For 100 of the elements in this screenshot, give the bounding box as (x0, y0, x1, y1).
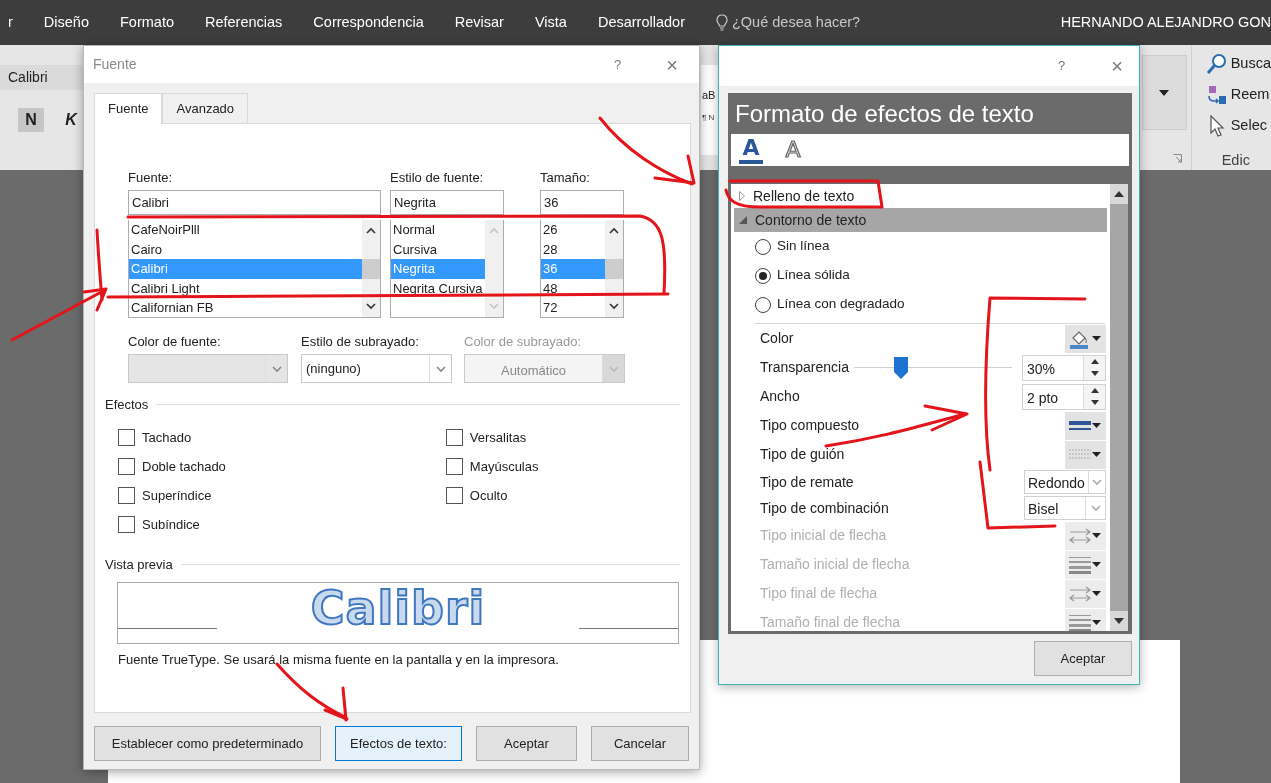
property-label: Tipo compuesto (760, 416, 860, 435)
text-fill-tab[interactable]: A (739, 136, 763, 164)
list-item[interactable]: Calibri Light (129, 278, 362, 298)
checkbox[interactable] (445, 458, 463, 475)
ribbon-tab[interactable]: Diseño (43, 11, 89, 34)
radio-button[interactable] (755, 238, 771, 255)
chevron-down-icon[interactable] (434, 363, 447, 374)
ribbon-command[interactable]: Reem (1230, 84, 1270, 106)
section-header[interactable]: Relleno de texto (731, 184, 1110, 208)
spin-down-icon[interactable] (1090, 400, 1099, 405)
radio-label: Línea sólida (777, 266, 850, 285)
close-button[interactable]: × (666, 54, 678, 75)
radio-button[interactable] (755, 296, 771, 313)
caret-icon (1092, 423, 1101, 428)
ribbon-tab[interactable]: Correspondencia (313, 11, 424, 34)
description-text: Fuente TrueType. Se usará la misma fuente en la pantalla y en la impresora. (117, 651, 560, 669)
search-field[interactable]: ¿Qué desea hacer? (732, 11, 882, 34)
ok-button[interactable]: Aceptar (1034, 641, 1132, 676)
icon-dropdown[interactable] (1065, 440, 1106, 469)
icon-dropdown[interactable] (1065, 324, 1106, 353)
checkbox-label: Mayúsculas (469, 457, 539, 476)
ribbon-tab[interactable]: Revisar (454, 11, 504, 34)
slider-thumb[interactable] (894, 357, 909, 379)
style-preview[interactable]: aB (702, 87, 719, 104)
section-header[interactable]: Contorno de texto (734, 208, 1107, 232)
scroll-down-icon[interactable] (365, 301, 377, 311)
ribbon-command[interactable]: Selec (1230, 115, 1267, 137)
scrollbar[interactable] (605, 220, 623, 317)
list-item[interactable]: Californian FB (129, 298, 362, 317)
property-label: Color (760, 329, 794, 348)
italic-button[interactable]: K (58, 108, 84, 132)
ribbon-tab[interactable]: Vista (534, 11, 567, 34)
scrollbar[interactable] (1110, 184, 1128, 631)
checkbox[interactable] (118, 487, 135, 504)
property-label: Ancho (760, 387, 800, 406)
radio-button[interactable] (755, 267, 771, 284)
checkbox-label: Tachado (142, 428, 192, 447)
input-field[interactable]: Calibri (128, 190, 381, 215)
scroll-down-icon[interactable] (608, 301, 620, 311)
scroll-up-icon[interactable] (1114, 191, 1124, 197)
ribbon-command[interactable]: Busca (1230, 53, 1271, 75)
checkbox[interactable] (118, 458, 135, 475)
list-item[interactable]: CafeNoirPlll (129, 220, 362, 240)
spin-field[interactable]: 2 pto (1022, 383, 1106, 410)
scroll-up-icon[interactable] (365, 226, 377, 236)
color-dropdown[interactable] (128, 354, 288, 383)
caret-icon (1092, 562, 1101, 567)
bold-button[interactable]: N (18, 108, 44, 132)
field-label: Color de fuente: (128, 333, 222, 350)
icon-dropdown[interactable] (1065, 411, 1106, 440)
checkbox[interactable] (445, 429, 463, 446)
property-label: Tipo de remate (760, 472, 854, 492)
spin-up-icon[interactable] (1090, 359, 1099, 364)
property-label: Tipo inicial de flecha (760, 526, 887, 545)
dropdown[interactable]: (ninguno) (301, 354, 452, 383)
help-button[interactable]: ? (1058, 56, 1066, 76)
dialog-tab[interactable]: Fuente (94, 93, 163, 124)
dialog-launcher-icon[interactable] (1172, 154, 1182, 163)
user-name[interactable]: HERNANDO ALEJANDRO GON (1060, 11, 1271, 34)
scrollbar[interactable] (362, 220, 380, 317)
checkbox-label: Oculto (469, 486, 508, 505)
input-field[interactable]: 36 (540, 190, 624, 215)
help-button[interactable]: ? (614, 54, 622, 75)
dropdown[interactable]: Bisel (1024, 496, 1106, 520)
dialog-button[interactable]: Efectos de texto: (335, 726, 462, 761)
ribbon-tab[interactable]: Formato (120, 11, 174, 34)
ribbon-tab[interactable]: Referencias (205, 11, 283, 34)
line-weight-icon (1069, 555, 1091, 574)
list-item[interactable]: Normal (391, 220, 485, 240)
scrollbar-thumb[interactable] (605, 258, 623, 279)
scroll-down-icon[interactable] (1114, 618, 1124, 624)
arrows-icon (1069, 526, 1091, 545)
dialog-button[interactable]: Cancelar (591, 726, 689, 761)
expand-icon (739, 191, 745, 201)
scrollbar-thumb[interactable] (362, 258, 380, 279)
list-item[interactable]: 48 (541, 278, 605, 298)
list-item[interactable]: Cairo (129, 239, 362, 259)
checkbox[interactable] (118, 429, 135, 446)
spin-down-icon[interactable] (1090, 371, 1099, 376)
spin-up-icon[interactable] (1090, 388, 1099, 393)
field-label: Tamaño: (540, 169, 591, 186)
chevron-down-icon[interactable] (270, 363, 283, 374)
spin-field[interactable]: 30% (1022, 354, 1106, 381)
dialog-button[interactable]: Establecer como predeterminado (94, 726, 321, 761)
list-item[interactable]: 28 (541, 239, 605, 259)
scroll-up-icon[interactable] (608, 226, 620, 236)
list-item[interactable]: 72 (541, 298, 605, 317)
ribbon-tab[interactable]: r (8, 11, 13, 34)
ribbon-tab[interactable]: Desarrollador (597, 11, 685, 34)
list-item[interactable]: 26 (541, 220, 605, 240)
list-item[interactable]: Cursiva (391, 239, 485, 259)
dialog-tab[interactable]: Avanzado (162, 93, 249, 123)
checkbox[interactable] (118, 516, 135, 533)
font-name-field[interactable]: Calibri (0, 65, 83, 90)
dropdown[interactable]: Redondo (1024, 470, 1106, 494)
checkbox[interactable] (445, 487, 463, 504)
field-label: Estilo de subrayado: (301, 333, 420, 350)
input-field[interactable]: Negrita (390, 190, 504, 215)
close-button[interactable]: × (1111, 56, 1123, 76)
dialog-button[interactable]: Aceptar (476, 726, 577, 761)
